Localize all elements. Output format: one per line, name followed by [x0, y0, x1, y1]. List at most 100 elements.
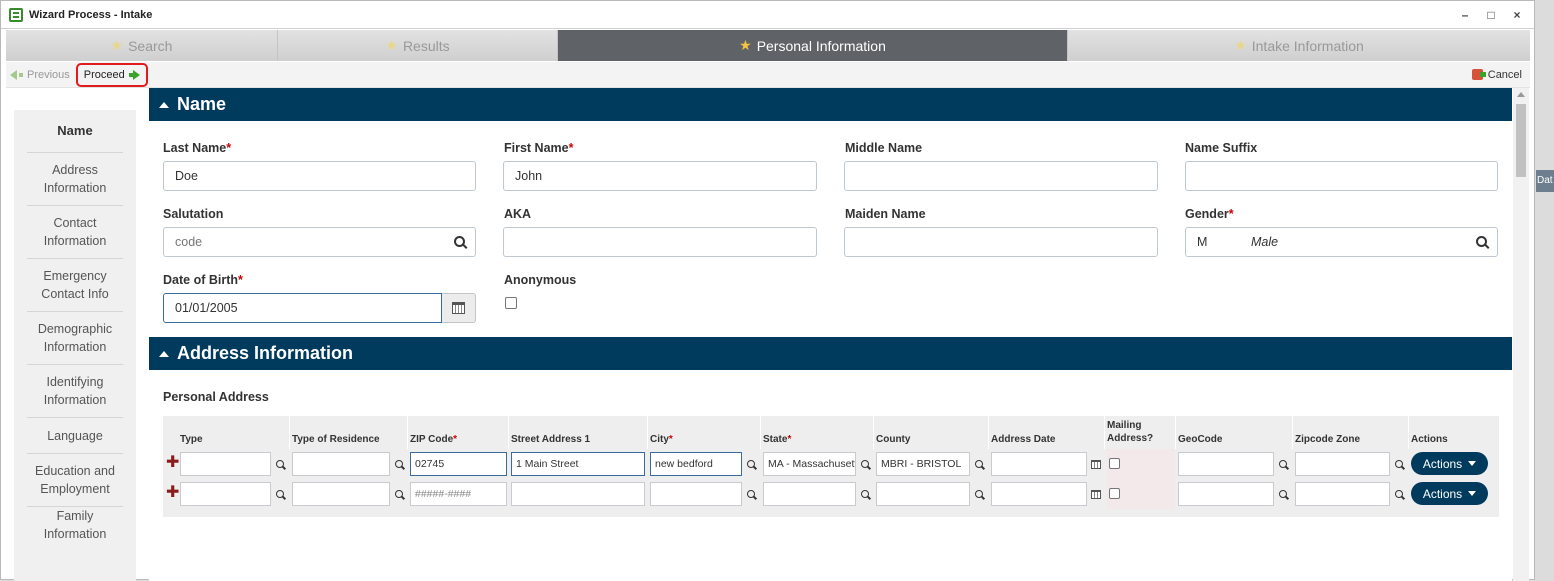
calendar-icon	[452, 302, 465, 314]
county-lookup[interactable]	[970, 482, 987, 506]
scroll-up-icon[interactable]	[1517, 92, 1525, 97]
search-icon[interactable]	[1476, 236, 1487, 247]
add-row-icon[interactable]: ✚	[166, 485, 179, 501]
name-section-header[interactable]: Name	[149, 88, 1512, 121]
first-name-label: First Name*	[504, 141, 574, 155]
sidebar-item-demographic-information[interactable]: Demographic Information	[27, 312, 123, 365]
search-icon[interactable]	[454, 236, 465, 247]
actions-button[interactable]: Actions	[1411, 482, 1488, 505]
type-lookup[interactable]	[271, 452, 288, 476]
street-input[interactable]: 1 Main Street	[511, 452, 645, 476]
calendar-icon	[1090, 459, 1101, 469]
maximize-button[interactable]: □	[1478, 8, 1504, 22]
geocode-input[interactable]	[1178, 452, 1274, 476]
geocode-lookup[interactable]	[1274, 482, 1291, 506]
city-lookup[interactable]	[742, 482, 759, 506]
street-input[interactable]	[511, 482, 645, 506]
search-icon	[275, 460, 284, 468]
search-icon	[1278, 460, 1287, 468]
mailing-checkbox[interactable]	[1109, 488, 1120, 499]
search-icon	[275, 490, 284, 498]
zipcode-zone-lookup[interactable]	[1390, 452, 1407, 476]
address-date-picker[interactable]	[1087, 452, 1104, 476]
zipcode-zone-input[interactable]	[1295, 482, 1390, 506]
sidebar-item-family-information[interactable]: Family Information	[27, 507, 123, 543]
tab-personal-information[interactable]: ★ Personal Information	[558, 30, 1068, 61]
caret-down-icon	[1468, 461, 1477, 466]
middle-name-input[interactable]	[844, 161, 1158, 191]
minimize-button[interactable]: –	[1452, 8, 1478, 22]
address-row: ✚ 02745 1 Main Street new bedford MA - M…	[163, 449, 1499, 479]
residence-lookup[interactable]	[390, 482, 407, 506]
address-date-input[interactable]	[991, 482, 1087, 506]
first-name-input[interactable]: John	[503, 161, 817, 191]
tab-search[interactable]: ★ Search	[6, 30, 278, 61]
county-lookup[interactable]	[970, 452, 987, 476]
proceed-button[interactable]: Proceed	[75, 62, 148, 87]
title-bar: Wizard Process - Intake – □ ×	[1, 1, 1534, 29]
caret-up-icon	[159, 101, 169, 108]
actions-button[interactable]: Actions	[1411, 452, 1488, 475]
state-lookup[interactable]	[856, 452, 873, 476]
content-scrollbar[interactable]	[1513, 88, 1529, 581]
sidebar-item-language[interactable]: Language	[27, 418, 123, 454]
scroll-thumb[interactable]	[1516, 104, 1526, 177]
type-lookup[interactable]	[271, 482, 288, 506]
geocode-input[interactable]	[1178, 482, 1274, 506]
zip-input[interactable]: 02745	[410, 452, 507, 476]
dob-calendar-button[interactable]	[442, 293, 476, 323]
gender-label: Gender*	[1185, 207, 1234, 221]
name-suffix-input[interactable]	[1185, 161, 1498, 191]
state-input[interactable]: MA - Massachusetts	[763, 452, 856, 476]
county-input[interactable]: MBRI - BRISTOL	[876, 452, 970, 476]
col-mailing: Mailing Address?	[1107, 416, 1176, 449]
county-input[interactable]	[876, 482, 970, 506]
address-row: ✚ #####-#### Actions	[163, 479, 1499, 509]
sidebar-item-address-information[interactable]: Address Information	[27, 153, 123, 206]
city-lookup[interactable]	[742, 452, 759, 476]
previous-button[interactable]: Previous	[6, 69, 74, 81]
search-icon	[1394, 490, 1403, 498]
cancel-button[interactable]: Cancel	[1468, 69, 1526, 81]
maiden-name-input[interactable]	[844, 227, 1158, 257]
city-input[interactable]	[650, 482, 742, 506]
zip-input[interactable]: #####-####	[410, 482, 507, 506]
search-icon	[1394, 460, 1403, 468]
sidebar-item-education-employment[interactable]: Education and Employment	[27, 454, 123, 507]
close-button[interactable]: ×	[1504, 8, 1530, 22]
address-date-input[interactable]	[991, 452, 1087, 476]
residence-input[interactable]	[292, 452, 390, 476]
tab-intake-information[interactable]: ★ Intake Information	[1068, 30, 1530, 61]
mailing-checkbox[interactable]	[1109, 458, 1120, 469]
type-input[interactable]	[180, 452, 271, 476]
geocode-lookup[interactable]	[1274, 452, 1291, 476]
sidebar-item-contact-information[interactable]: Contact Information	[27, 206, 123, 259]
residence-input[interactable]	[292, 482, 390, 506]
sidebar-item-emergency-contact[interactable]: Emergency Contact Info	[27, 259, 123, 312]
city-input[interactable]: new bedford	[650, 452, 742, 476]
residence-lookup[interactable]	[390, 452, 407, 476]
col-zip: ZIP Code *	[410, 416, 509, 449]
address-date-picker[interactable]	[1087, 482, 1104, 506]
last-name-input[interactable]: Doe	[163, 161, 476, 191]
state-lookup[interactable]	[856, 482, 873, 506]
sidebar-item-name[interactable]: Name	[27, 110, 123, 153]
col-county: County	[876, 416, 989, 449]
salutation-input[interactable]: code	[163, 227, 476, 257]
search-icon	[746, 490, 755, 498]
address-section-header[interactable]: Address Information	[149, 337, 1512, 370]
gender-input[interactable]: M Male	[1185, 227, 1498, 257]
zipcode-zone-lookup[interactable]	[1390, 482, 1407, 506]
aka-input[interactable]	[503, 227, 817, 257]
window-title: Wizard Process - Intake	[29, 8, 153, 21]
state-input[interactable]	[763, 482, 856, 506]
sidebar-item-identifying-information[interactable]: Identifying Information	[27, 365, 123, 418]
add-row-icon[interactable]: ✚	[166, 455, 179, 471]
zipcode-zone-input[interactable]	[1295, 452, 1390, 476]
dob-input[interactable]: 01/01/2005	[163, 293, 442, 323]
middle-name-label: Middle Name	[845, 141, 923, 155]
type-input[interactable]	[180, 482, 271, 506]
anonymous-checkbox[interactable]	[505, 297, 517, 309]
tab-results[interactable]: ★ Results	[278, 30, 558, 61]
search-icon	[860, 490, 869, 498]
